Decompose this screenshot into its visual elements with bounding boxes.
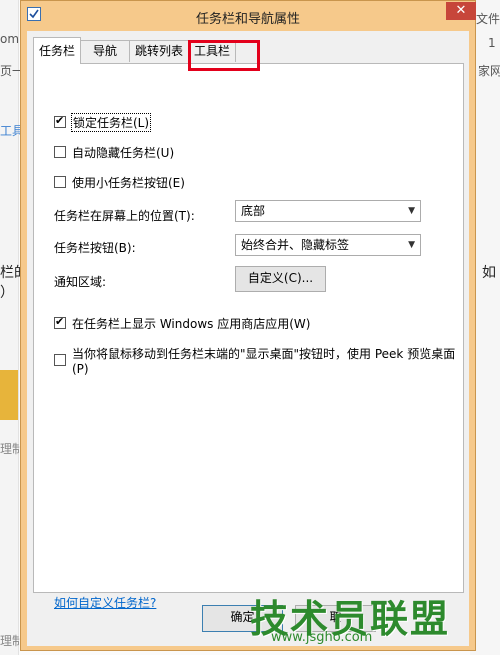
toolbar-tab-highlight	[188, 40, 260, 71]
bg-image-thumb	[0, 370, 18, 420]
customize-notification-button[interactable]: 自定义(C)...	[235, 266, 326, 292]
store-apps-checkbox[interactable]	[54, 315, 66, 329]
store-apps-option[interactable]: 在任务栏上显示 Windows 应用商店应用(W)	[54, 315, 310, 331]
taskbar-position-value: 底部	[241, 204, 266, 218]
bg-fragment: 文件	[476, 12, 500, 26]
bg-fragment: 家网	[478, 64, 500, 78]
tab-jump-lists[interactable]: 跳转列表	[129, 40, 189, 62]
title-bar: 任务栏和导航属性 ✕	[21, 1, 476, 31]
tab-navigation[interactable]: 导航	[80, 40, 130, 62]
taskbar-position-label: 任务栏在屏幕上的位置(T):	[54, 209, 195, 223]
taskbar-position-select[interactable]: 底部 ▼	[235, 200, 421, 222]
peek-label: 当你将鼠标移动到任务栏末端的"显示桌面"按钮时，使用 Peek 预览桌面(P)	[72, 346, 456, 376]
taskbar-buttons-value: 始终合并、隐藏标签	[241, 238, 350, 252]
peek-option[interactable]: 当你将鼠标移动到任务栏末端的"显示桌面"按钮时，使用 Peek 预览桌面(P)	[54, 347, 463, 376]
watermark-url: www.jsgho.com	[271, 630, 373, 645]
chevron-down-icon: ▼	[408, 206, 415, 216]
lock-taskbar-label: 锁定任务栏(L)	[70, 112, 152, 132]
bg-fragment: om	[0, 32, 20, 46]
small-buttons-option[interactable]: 使用小任务栏按钮(E)	[54, 174, 185, 190]
background-left-strip	[0, 0, 19, 655]
small-buttons-label: 使用小任务栏按钮(E)	[72, 175, 185, 190]
help-link[interactable]: 如何自定义任务栏?	[54, 594, 156, 611]
window-title: 任务栏和导航属性	[195, 12, 300, 27]
peek-checkbox[interactable]	[54, 354, 66, 366]
notification-area-label: 通知区域:	[54, 275, 107, 289]
taskbar-buttons-select[interactable]: 始终合并、隐藏标签 ▼	[235, 234, 421, 256]
dialog-client-area: 任务栏 导航 跳转列表 工具栏 锁定任务栏(L) 自动隐藏任务栏(U) 使用小任…	[27, 31, 469, 646]
store-apps-label: 在任务栏上显示 Windows 应用商店应用(W)	[72, 316, 311, 331]
chevron-down-icon: ▼	[408, 240, 415, 250]
taskbar-properties-dialog: 任务栏和导航属性 ✕ 任务栏 导航 跳转列表 工具栏 锁定任务栏(L) 自动隐藏…	[20, 0, 476, 651]
auto-hide-checkbox[interactable]	[54, 146, 66, 158]
taskbar-buttons-label: 任务栏按钮(B):	[54, 241, 136, 255]
taskbar-tab-panel: 锁定任务栏(L) 自动隐藏任务栏(U) 使用小任务栏按钮(E) 任务栏在屏幕上的…	[33, 63, 464, 610]
bg-fragment: 如	[482, 265, 496, 281]
lock-taskbar-checkbox[interactable]	[54, 114, 66, 128]
bg-fragment: ）	[0, 285, 14, 301]
tab-taskbar[interactable]: 任务栏	[33, 37, 81, 64]
small-buttons-checkbox[interactable]	[54, 176, 66, 188]
lock-taskbar-option[interactable]: 锁定任务栏(L)	[54, 112, 152, 132]
close-button[interactable]: ✕	[446, 2, 476, 20]
bg-fragment: 1	[488, 36, 496, 50]
auto-hide-option[interactable]: 自动隐藏任务栏(U)	[54, 144, 174, 160]
auto-hide-label: 自动隐藏任务栏(U)	[72, 145, 175, 160]
